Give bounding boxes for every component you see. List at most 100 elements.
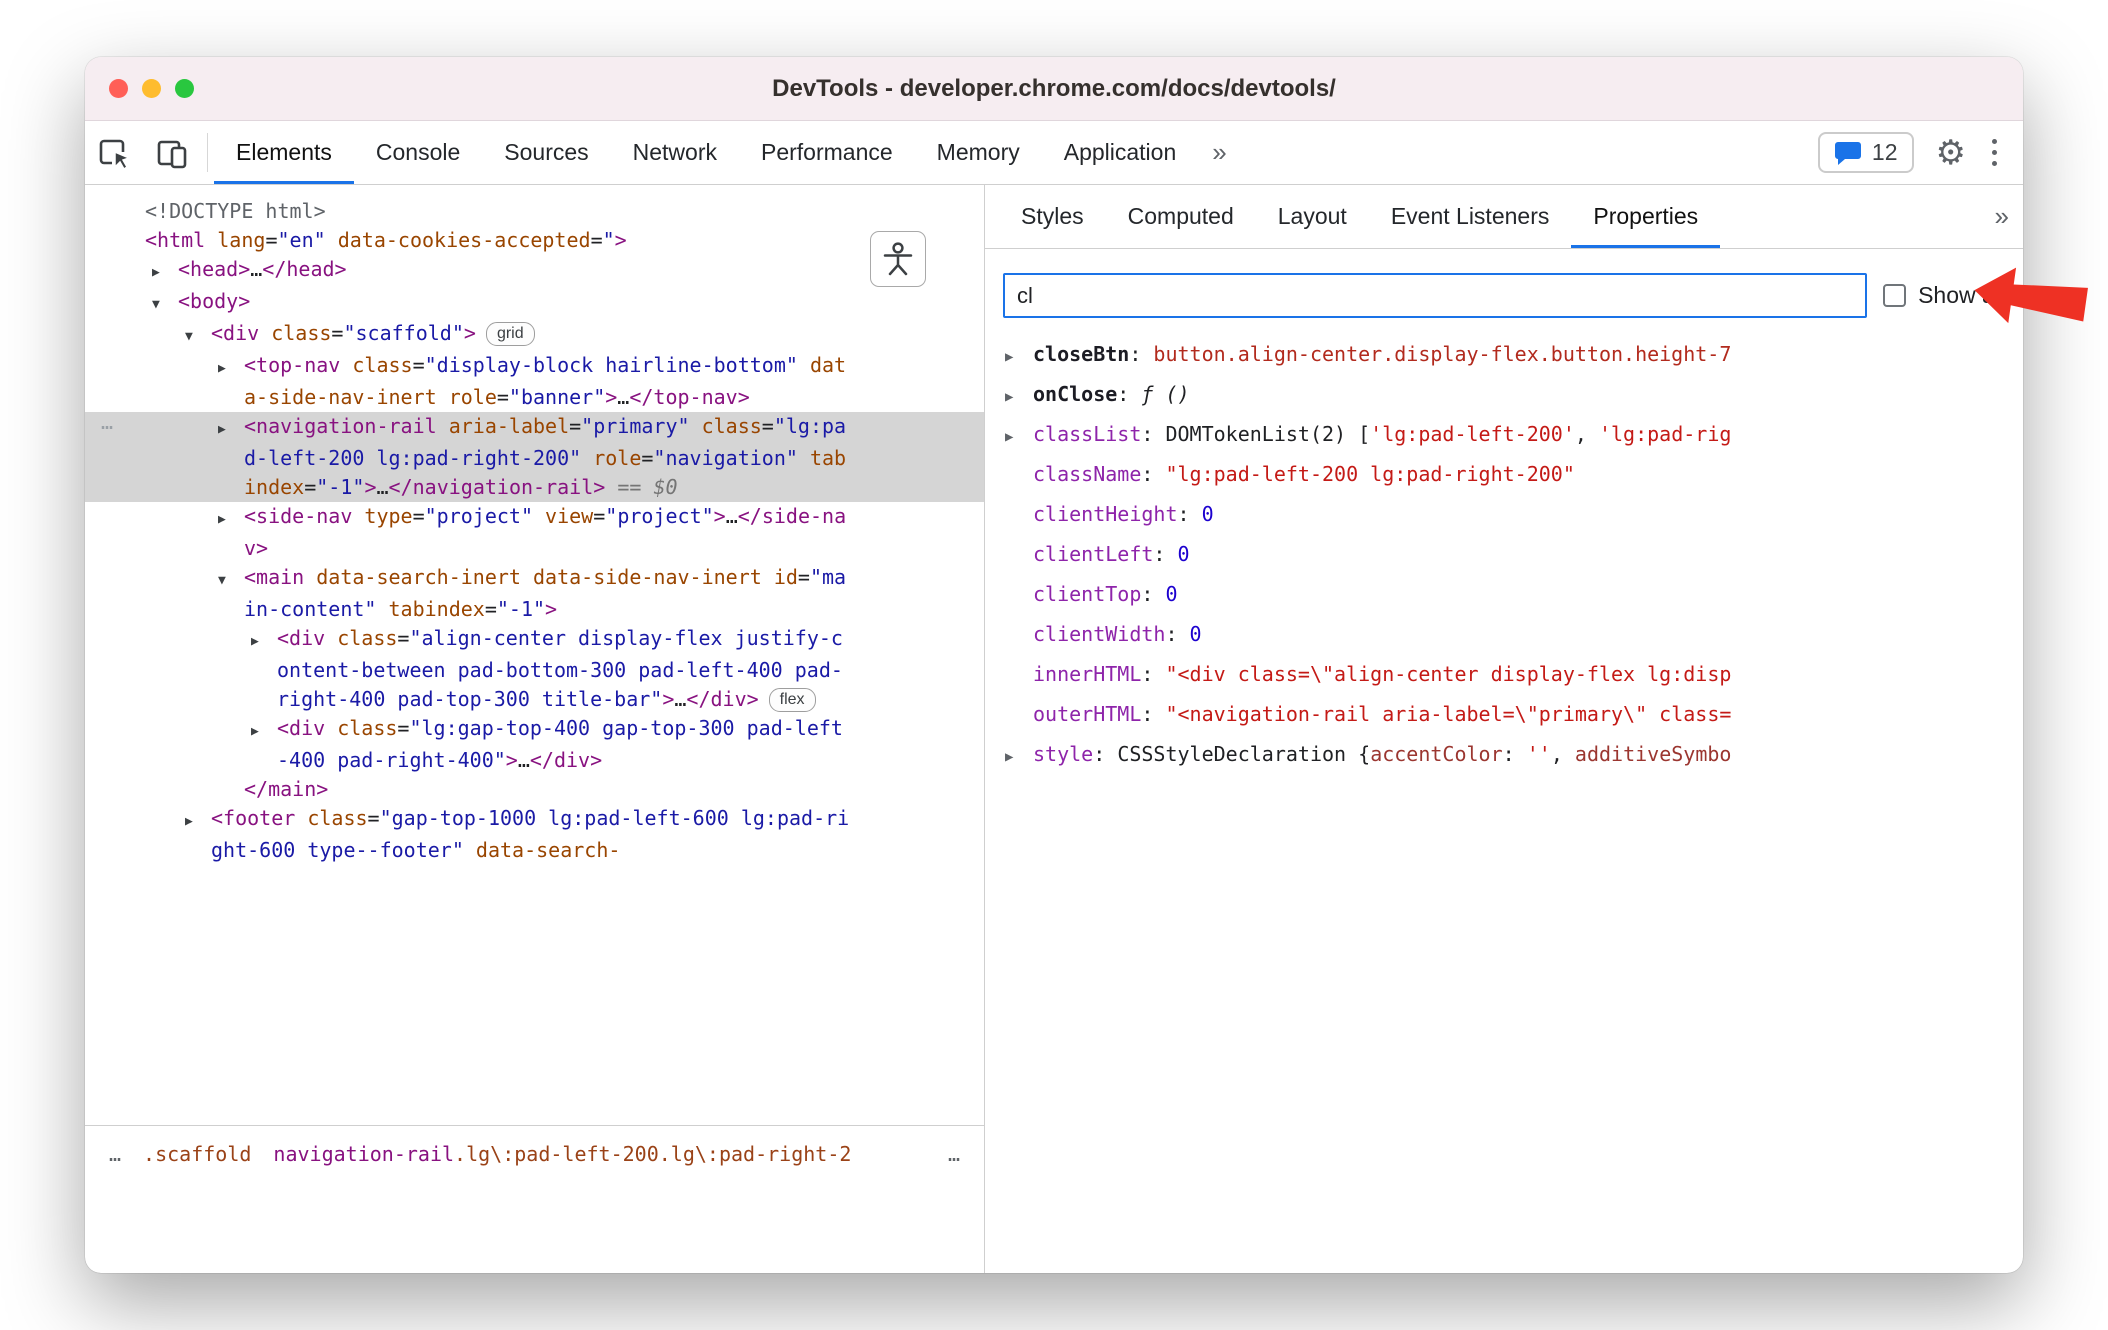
sidebar-tab-styles[interactable]: Styles bbox=[999, 185, 1106, 248]
tab-performance[interactable]: Performance bbox=[739, 121, 915, 184]
properties-filter-input[interactable] bbox=[1003, 273, 1868, 318]
zoom-button[interactable] bbox=[175, 79, 194, 98]
accessibility-person-icon bbox=[883, 242, 913, 276]
expand-arrow-icon[interactable]: ▼ bbox=[152, 290, 178, 319]
crumb-ellipsis[interactable]: … bbox=[101, 1139, 129, 1169]
inspect-cursor-icon bbox=[99, 139, 132, 170]
code-text: </navigation-rail> bbox=[388, 475, 606, 499]
property-value: 'lg:pad-left-200' bbox=[1370, 422, 1575, 446]
code-text: " bbox=[602, 228, 615, 252]
tab-sources[interactable]: Sources bbox=[482, 121, 610, 184]
expand-arrow-icon[interactable]: ▶ bbox=[251, 717, 277, 746]
device-toolbar-button[interactable] bbox=[143, 121, 201, 184]
property-row-clientWidth[interactable]: clientWidth: 0 bbox=[1005, 614, 2023, 654]
main-menu-button[interactable] bbox=[1988, 136, 2001, 169]
tree-node[interactable]: ▼ <body> bbox=[85, 287, 984, 319]
expand-arrow-icon[interactable]: ▼ bbox=[185, 322, 211, 351]
crumb-navigation-rail[interactable]: navigation-rail.lg\:pad-left-200.lg\:pad… bbox=[265, 1139, 859, 1169]
tree-node[interactable]: <!DOCTYPE html> bbox=[85, 197, 984, 226]
dom-tree: <!DOCTYPE html> <html lang="en" data-cook… bbox=[85, 185, 984, 1125]
expand-arrow-icon[interactable]: ▶ bbox=[185, 807, 211, 836]
issues-counter-button[interactable]: 12 bbox=[1817, 132, 1914, 173]
panel-filler bbox=[85, 1182, 984, 1273]
code-text: = bbox=[367, 806, 380, 830]
code-text: </div> bbox=[529, 748, 603, 772]
show-all-checkbox[interactable] bbox=[1883, 284, 1907, 307]
gear-icon: ⚙ bbox=[1935, 132, 1966, 173]
tree-node[interactable]: ▶ <side-nav type="project" view="project"… bbox=[85, 502, 984, 563]
crumb-text: … bbox=[109, 1142, 122, 1166]
code-text: … bbox=[376, 475, 389, 499]
tree-node[interactable]: ▶ <div class="lg:gap-top-400 gap-top-300 … bbox=[85, 714, 984, 775]
tree-node[interactable]: </main> bbox=[85, 775, 984, 804]
settings-button[interactable]: ⚙ bbox=[1936, 136, 1966, 170]
sidebar-tab-properties[interactable]: Properties bbox=[1571, 185, 1720, 248]
code-text: <div bbox=[211, 321, 260, 345]
code-text: class bbox=[325, 716, 398, 740]
sidebar-more-tabs-button[interactable]: » bbox=[1981, 185, 2023, 248]
minimize-button[interactable] bbox=[142, 79, 161, 98]
sidebar-tab-computed[interactable]: Computed bbox=[1106, 185, 1256, 248]
property-value: additiveSymbo bbox=[1574, 742, 1732, 766]
code-text: view bbox=[533, 504, 594, 528]
tree-node[interactable]: ▼ <div class="scaffold"> grid bbox=[85, 319, 984, 351]
expand-arrow-icon[interactable]: ▶ bbox=[1005, 377, 1033, 414]
property-row-onClose[interactable]: ▶ onClose: ƒ () bbox=[1005, 374, 2023, 414]
tree-node-selected[interactable]: … ▶ <navigation-rail aria-label="primary" … bbox=[85, 410, 984, 502]
expand-arrow-icon[interactable]: ▶ bbox=[1005, 737, 1033, 774]
property-row-clientLeft[interactable]: clientLeft: 0 bbox=[1005, 534, 2023, 574]
sidebar-tab-layout[interactable]: Layout bbox=[1256, 185, 1369, 248]
tree-node[interactable]: ▶ <footer class="gap-top-1000 lg:pad-left… bbox=[85, 804, 984, 865]
property-row-clientTop[interactable]: clientTop: 0 bbox=[1005, 574, 2023, 614]
close-button[interactable] bbox=[109, 79, 128, 98]
property-name: clientLeft bbox=[1033, 542, 1154, 566]
device-toolbar-icon bbox=[157, 140, 187, 168]
devtools-window: DevTools - developer.chrome.com/docs/dev… bbox=[85, 57, 2023, 1273]
property-row-className[interactable]: className: "lg:pad-left-200 lg:pad-right… bbox=[1005, 454, 2023, 494]
expand-arrow-icon[interactable]: ▶ bbox=[218, 415, 244, 444]
code-text: … bbox=[250, 257, 263, 281]
expand-arrow-icon[interactable]: ▶ bbox=[152, 258, 178, 287]
code-text: role bbox=[436, 385, 497, 409]
sidebar-tabs: Styles Computed Layout Event Listeners Prope… bbox=[985, 185, 2023, 249]
code-text: <head> bbox=[178, 257, 251, 281]
expand-arrow-icon[interactable]: ▶ bbox=[218, 505, 244, 534]
property-row-outerHTML[interactable]: outerHTML: "<navigation-rail aria-label=… bbox=[1005, 694, 2023, 734]
tree-node[interactable]: ▼ <main data-search-inert data-side-nav-i… bbox=[85, 563, 984, 624]
tab-console[interactable]: Console bbox=[354, 121, 482, 184]
tree-node[interactable]: ▶ <top-nav class="display-block hairline-… bbox=[85, 351, 984, 412]
code-text: class bbox=[295, 806, 368, 830]
expand-arrow-icon[interactable]: ▼ bbox=[218, 566, 244, 595]
badge-flex[interactable]: flex bbox=[768, 688, 816, 712]
tree-node[interactable]: ▶ <div class="align-center display-flex j… bbox=[85, 624, 984, 714]
expand-arrow-icon[interactable]: ▶ bbox=[218, 354, 244, 383]
tab-network[interactable]: Network bbox=[611, 121, 739, 184]
crumb-overflow[interactable]: … bbox=[940, 1139, 968, 1169]
expand-arrow-icon[interactable]: ▶ bbox=[1005, 417, 1033, 454]
tree-node[interactable]: ▶ <head>…</head> bbox=[85, 255, 984, 287]
tree-node[interactable]: <html lang="en" data-cookies-accepted="> bbox=[85, 226, 984, 255]
badge-grid[interactable]: grid bbox=[485, 322, 535, 346]
property-row-clientHeight[interactable]: clientHeight: 0 bbox=[1005, 494, 2023, 534]
more-tabs-button[interactable]: » bbox=[1198, 121, 1240, 184]
expand-arrow-icon[interactable]: ▶ bbox=[1005, 337, 1033, 374]
tab-application[interactable]: Application bbox=[1042, 121, 1199, 184]
property-row-style[interactable]: ▶ style: CSSStyleDeclaration {accentColor… bbox=[1005, 734, 2023, 774]
tab-elements[interactable]: Elements bbox=[214, 121, 354, 184]
property-value: 0 bbox=[1165, 582, 1178, 606]
crumb-text: .lg\:pad-left-200.lg\:pad-right-2 bbox=[454, 1142, 852, 1166]
crumb-scaffold[interactable]: .scaffold bbox=[135, 1139, 259, 1169]
property-row-classList[interactable]: ▶ classList: DOMTokenList(2) ['lg:pad-lef… bbox=[1005, 414, 2023, 454]
property-value: button.align-center.display-flex.button.… bbox=[1153, 342, 1732, 366]
expand-arrow-icon[interactable]: ▶ bbox=[251, 627, 277, 656]
tab-memory[interactable]: Memory bbox=[915, 121, 1042, 184]
property-row-innerHTML[interactable]: innerHTML: "<div class=\"align-center di… bbox=[1005, 654, 2023, 694]
node-menu-dots[interactable]: … bbox=[101, 408, 114, 437]
properties-list: ▶ closeBtn: button.align-center.display-f… bbox=[985, 318, 2023, 774]
sidebar-tab-event-listeners[interactable]: Event Listeners bbox=[1369, 185, 1572, 248]
code-text: <top-nav bbox=[244, 353, 341, 377]
inspect-element-button[interactable] bbox=[85, 121, 143, 184]
code-text: data-side-nav-inert bbox=[520, 565, 762, 589]
property-row-closeBtn[interactable]: ▶ closeBtn: button.align-center.display-f… bbox=[1005, 334, 2023, 374]
accessibility-tree-button[interactable] bbox=[870, 231, 926, 287]
